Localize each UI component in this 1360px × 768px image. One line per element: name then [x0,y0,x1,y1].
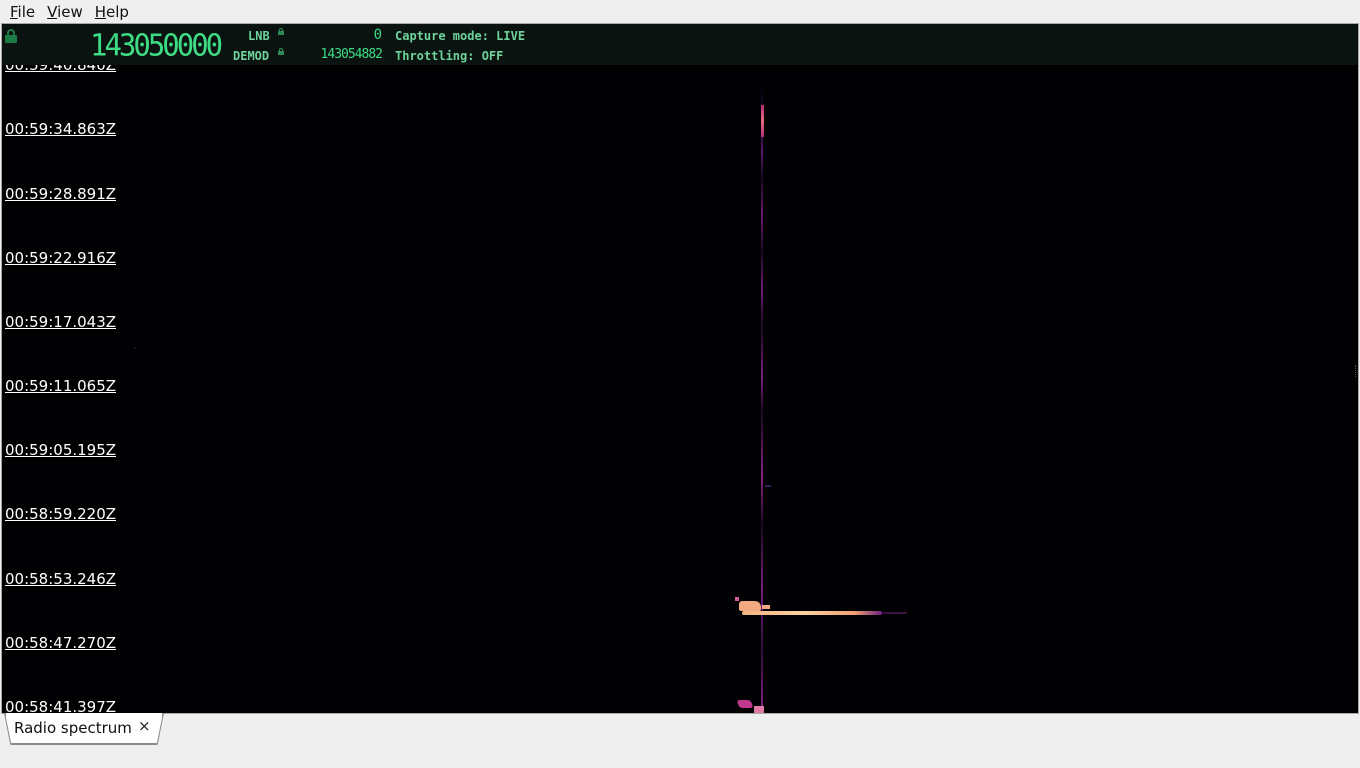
carrier-trace [761,90,763,713]
demod-label: DEMOD [233,49,270,63]
throttling-status: Throttling: OFF [395,49,504,63]
timestamp-label: 00:59:22.916Z [5,249,117,267]
signal-blob [754,706,764,713]
timestamp-label: 00:59:05.195Z [5,441,117,459]
signal-blob [735,597,739,601]
timestamp-label: 00:58:59.220Z [5,505,117,523]
center-frequency-display[interactable]: 143050000 [90,29,223,61]
demod-value[interactable]: 143054882 [282,47,383,62]
waterfall-display[interactable]: 00:59:40.840Z 00:59:34.863Z 00:59:28.891… [2,65,1358,713]
signal-blob [736,700,754,708]
signal-burst [761,105,764,137]
timestamp-label: 00:59:28.891Z [5,185,117,203]
resize-handle[interactable] [1355,365,1357,377]
status-header: 143050000 LNB 0 DEMOD 143054882 Capture … [2,24,1358,65]
timestamp-label: 00:59:34.863Z [5,120,117,138]
timestamp-label: 00:59:11.065Z [5,377,117,395]
timestamp-label: 00:58:53.246Z [5,570,117,588]
lnb-label: LNB [248,29,270,43]
signal-blob [762,605,770,609]
signal-streak [882,612,907,614]
signal-streak [742,611,882,615]
radio-spectrum-panel: 143050000 LNB 0 DEMOD 143054882 Capture … [1,23,1359,714]
signal-speck [765,485,771,487]
signal-speck [134,347,136,349]
timestamp-label: 00:58:47.270Z [5,634,117,652]
lnb-lock-icon[interactable] [278,28,284,35]
capture-mode-status: Capture mode: LIVE [395,29,526,43]
menu-help[interactable]: Help [89,2,135,22]
lnb-value[interactable]: 0 [302,27,382,43]
signal-blob [739,601,761,611]
timestamp-label: 00:58:41.397Z [5,698,117,714]
menu-view[interactable]: View [41,2,89,22]
tab-bar: Radio spectrum × [0,713,1360,768]
close-icon[interactable]: × [138,718,151,735]
menu-file[interactable]: File [4,2,41,22]
lock-icon[interactable] [5,29,17,43]
menu-bar: File View Help [0,0,1360,23]
tab-radio-spectrum[interactable]: Radio spectrum × [5,713,163,744]
timestamp-label: 00:59:17.043Z [5,313,117,331]
timestamp-label: 00:59:40.840Z [5,65,117,74]
tab-label: Radio spectrum [14,719,132,737]
